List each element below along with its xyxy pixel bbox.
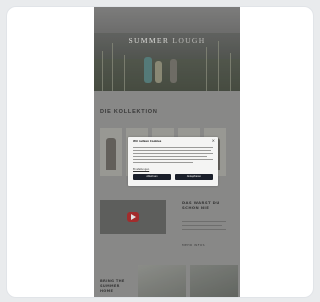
promo-heading: DAS WARST DU SCHON NIE: [182, 200, 220, 211]
product-tile[interactable]: [100, 128, 122, 176]
promo-link[interactable]: MEHR INFOS: [182, 243, 205, 247]
hero-banner: SUMMER LOUGH: [94, 7, 240, 91]
grass-stalk: [102, 51, 103, 91]
cookie-text-line: [133, 162, 193, 163]
hero-title-part2: LOUGH: [172, 36, 206, 45]
bottom-image-right[interactable]: [190, 265, 238, 297]
grass-stalk: [124, 55, 125, 91]
cookie-consent-dialog: Wir nutzen Cookies × Einstellungen Ableh…: [128, 137, 218, 186]
accept-button[interactable]: Akzeptieren: [175, 174, 213, 180]
bottom-image-left[interactable]: [138, 265, 186, 297]
cookie-text-line: [133, 150, 211, 151]
grass-stalk: [206, 47, 207, 91]
collection-title: DIE KOLLEKTION: [100, 109, 158, 115]
close-icon[interactable]: ×: [212, 139, 215, 143]
cookie-text-line: [133, 159, 213, 160]
play-icon[interactable]: [127, 212, 139, 222]
grass-stalk: [112, 43, 113, 91]
cookie-text-line: [133, 147, 213, 148]
hero-title: SUMMER LOUGH: [94, 36, 240, 45]
hero-person-figure: [155, 61, 162, 83]
promo-text-line: [182, 221, 226, 222]
video-player[interactable]: [100, 200, 166, 234]
grass-stalk: [218, 41, 219, 91]
cookie-title: Wir nutzen Cookies: [133, 140, 162, 143]
hero-person-figure: [170, 59, 177, 83]
bottom-heading: BRING THE SUMMER HOME: [100, 279, 125, 293]
cookie-text-line: [133, 153, 213, 154]
promo-text-line: [182, 229, 226, 230]
preview-card: SUMMER LOUGH DIE KOLLEKTION DAS WARST DU…: [6, 6, 314, 298]
product-figure: [106, 138, 116, 170]
hero-person-figure: [144, 57, 152, 83]
cookie-text-line: [133, 156, 207, 157]
cookie-settings-link[interactable]: Einstellungen: [133, 168, 149, 171]
grass-stalk: [230, 53, 231, 91]
decline-button[interactable]: Ablehnen: [133, 174, 171, 180]
hero-title-part1: SUMMER: [128, 36, 170, 45]
promo-text-line: [182, 225, 222, 226]
hero-sky: [94, 7, 240, 33]
